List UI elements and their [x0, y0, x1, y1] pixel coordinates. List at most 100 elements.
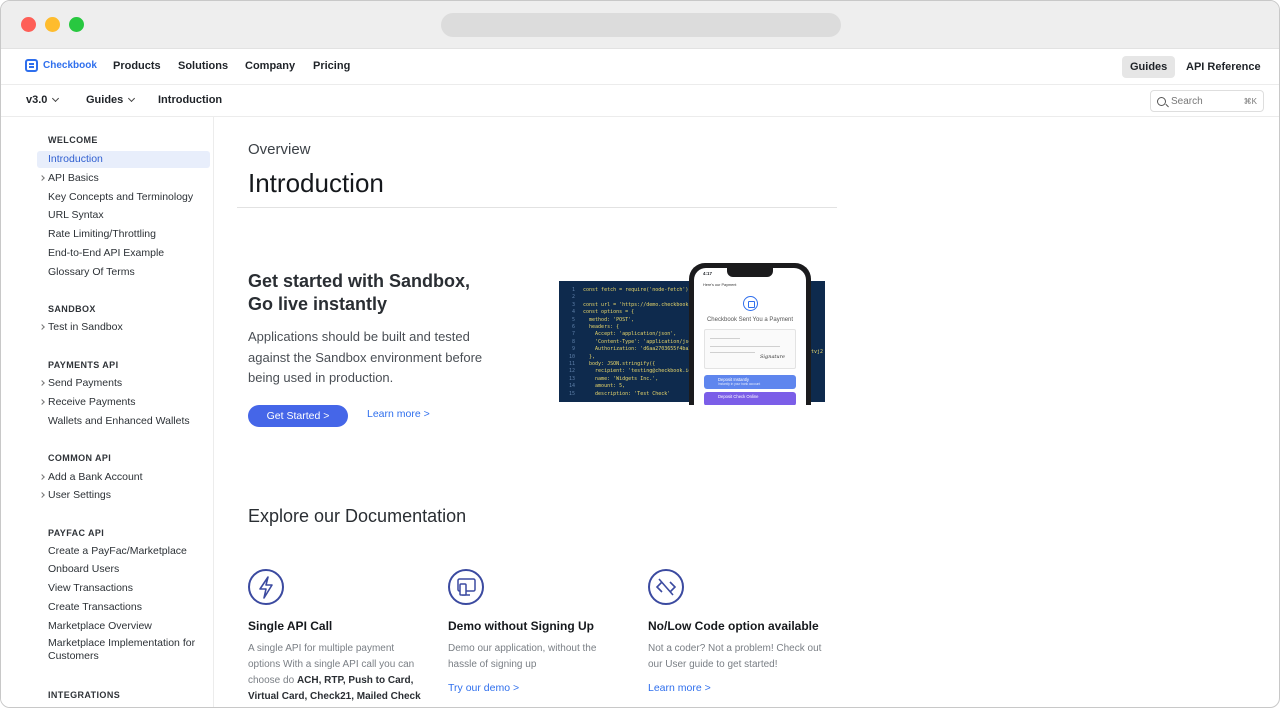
- minimize-window-button[interactable]: [45, 17, 60, 32]
- code-line-number: 3: [571, 301, 575, 308]
- sidebar-section-payments-api: PAYMENTS API: [48, 360, 119, 370]
- hero-title-line-1: Get started with Sandbox,: [248, 271, 471, 291]
- sidebar-item-marketplace-implementation[interactable]: Marketplace Implementation for Customers: [37, 635, 210, 663]
- card-title: No/Low Code option available: [648, 619, 819, 633]
- checkbook-logo-icon: [25, 59, 38, 72]
- chevron-right-icon: [39, 492, 45, 498]
- nav-pricing[interactable]: Pricing: [313, 60, 350, 72]
- chevron-down-icon: [128, 94, 136, 103]
- sidebar-section-sandbox: SANDBOX: [48, 304, 96, 314]
- try-demo-link[interactable]: Try our demo >: [448, 682, 519, 694]
- version-label: v3.0: [26, 94, 48, 106]
- version-dropdown[interactable]: v3.0: [26, 94, 60, 106]
- sidebar-item-introduction[interactable]: Introduction: [37, 151, 210, 168]
- phone-time: 4:17: [703, 271, 713, 276]
- sidebar-item-user-settings[interactable]: User Settings: [37, 487, 210, 504]
- sidebar-section-welcome: WELCOME: [48, 135, 98, 145]
- sidebar-item-send-payments[interactable]: Send Payments: [37, 375, 210, 392]
- sidebar-item-onboard-users[interactable]: Onboard Users: [37, 561, 210, 578]
- sidebar-item-label: API Basics: [48, 172, 99, 184]
- phone-mockup-image: 4:17 Here's our Payment Checkbook Sent Y…: [689, 263, 811, 405]
- address-bar[interactable]: [441, 13, 841, 37]
- code-line-number: 13: [568, 375, 575, 382]
- title-bar: [1, 1, 1279, 49]
- no-code-learn-more-link[interactable]: Learn more >: [648, 682, 711, 694]
- sidebar-item-receive-payments[interactable]: Receive Payments: [37, 394, 210, 411]
- chevron-right-icon: [39, 324, 45, 330]
- browser-window: Checkbook Products Solutions Company Pri…: [0, 0, 1280, 708]
- nav-solutions[interactable]: Solutions: [178, 60, 228, 72]
- sidebar-item-glossary[interactable]: Glossary Of Terms: [37, 264, 210, 281]
- sidebar: WELCOME Introduction API Basics Key Conc…: [1, 117, 214, 707]
- chevron-right-icon: [39, 399, 45, 405]
- hero-description: Applications should be built and tested …: [248, 329, 483, 385]
- sidebar-item-test-in-sandbox[interactable]: Test in Sandbox: [37, 319, 210, 336]
- sidebar-section-common-api: COMMON API: [48, 453, 112, 463]
- chevron-right-icon: [39, 474, 45, 480]
- sidebar-item-wallets[interactable]: Wallets and Enhanced Wallets: [37, 413, 210, 430]
- main-content: Overview Introduction Get started with S…: [214, 117, 1279, 707]
- nav-company[interactable]: Company: [245, 60, 295, 72]
- lightning-icon: [248, 569, 284, 605]
- card-text: Demo our application, without the hassle…: [448, 643, 597, 670]
- card-text: A single API for multiple payment option…: [248, 641, 428, 705]
- chevron-right-icon: [39, 175, 45, 181]
- card-title: Single API Call: [248, 619, 333, 633]
- logo-text: Checkbook: [43, 60, 97, 71]
- phone-notch: [727, 268, 773, 277]
- sidebar-item-key-concepts[interactable]: Key Concepts and Terminology: [37, 189, 210, 206]
- card-title: Demo without Signing Up: [448, 619, 594, 633]
- breadcrumb: Overview: [248, 141, 311, 158]
- code-line-number: 12: [568, 368, 575, 375]
- check-signature: Signature: [760, 354, 786, 360]
- checkbook-logo[interactable]: Checkbook: [25, 59, 97, 72]
- hero-title-line-2: Go live instantly: [248, 294, 388, 314]
- code-line-number: 11: [568, 361, 575, 368]
- sidebar-item-view-transactions[interactable]: View Transactions: [37, 580, 210, 597]
- sidebar-item-url-syntax[interactable]: URL Syntax: [37, 207, 210, 224]
- sidebar-item-end-to-end[interactable]: End-to-End API Example: [37, 245, 210, 262]
- hero-title: Get started with Sandbox, Go live instan…: [248, 270, 528, 316]
- get-started-button[interactable]: Get Started >: [248, 405, 348, 427]
- chevron-right-icon: [39, 380, 45, 386]
- guides-dropdown-label: Guides: [86, 94, 124, 106]
- code-line-number: 5: [571, 316, 575, 323]
- sidebar-item-api-basics[interactable]: API Basics: [37, 170, 210, 187]
- explore-title: Explore our Documentation: [248, 506, 467, 526]
- sidebar-item-add-bank-account[interactable]: Add a Bank Account: [37, 469, 210, 486]
- sidebar-item-marketplace-overview[interactable]: Marketplace Overview: [37, 618, 210, 635]
- search-input[interactable]: Search ⌘K: [1150, 90, 1264, 112]
- nav-guides[interactable]: Guides: [1122, 56, 1176, 78]
- code-line-numbers: 1 2 3 4 5 6 7 8 9 10 11 12 13 14 15: [559, 287, 575, 398]
- close-window-button[interactable]: [21, 17, 36, 32]
- maximize-window-button[interactable]: [69, 17, 84, 32]
- hero-learn-more-link[interactable]: Learn more >: [367, 408, 430, 420]
- sidebar-section-payfac-api: PAYFAC API: [48, 528, 105, 538]
- sidebar-section-integrations: INTEGRATIONS: [48, 690, 121, 700]
- nav-api-reference[interactable]: API Reference: [1178, 56, 1269, 78]
- phone-btn1-sub: Instantly in your bank account: [718, 382, 761, 386]
- code-line-number: 14: [568, 383, 575, 390]
- sidebar-item-create-payfac[interactable]: Create a PayFac/Marketplace: [37, 543, 210, 560]
- phone-deposit-instantly: Deposit Instantly Instantly in your bank…: [704, 375, 796, 389]
- search-placeholder: Search: [1171, 95, 1203, 107]
- card-demo: Demo without Signing Up Demo our applica…: [448, 569, 628, 694]
- code-line-number: 10: [568, 353, 575, 360]
- nav-products[interactable]: Products: [113, 60, 161, 72]
- check-line: [710, 338, 740, 339]
- sidebar-item-rate-limiting[interactable]: Rate Limiting/Throttling: [37, 226, 210, 243]
- code-line-number: 7: [571, 331, 575, 338]
- card-single-api: Single API Call A single API for multipl…: [248, 569, 428, 702]
- phone-screen: 4:17 Here's our Payment Checkbook Sent Y…: [694, 268, 806, 405]
- sidebar-item-label: Send Payments: [48, 377, 123, 389]
- chevron-down-icon: [52, 94, 60, 103]
- check-image: Signature: [704, 329, 796, 369]
- guides-dropdown[interactable]: Guides: [86, 94, 136, 106]
- code-line-number: 1: [571, 287, 575, 293]
- sidebar-item-label: Receive Payments: [48, 396, 136, 408]
- divider: [237, 207, 837, 208]
- current-page-label: Introduction: [158, 94, 223, 106]
- card-text: Not a coder? Not a problem! Check out ou…: [648, 643, 822, 670]
- search-shortcut: ⌘K: [1243, 96, 1257, 106]
- sidebar-item-create-transactions[interactable]: Create Transactions: [37, 599, 210, 616]
